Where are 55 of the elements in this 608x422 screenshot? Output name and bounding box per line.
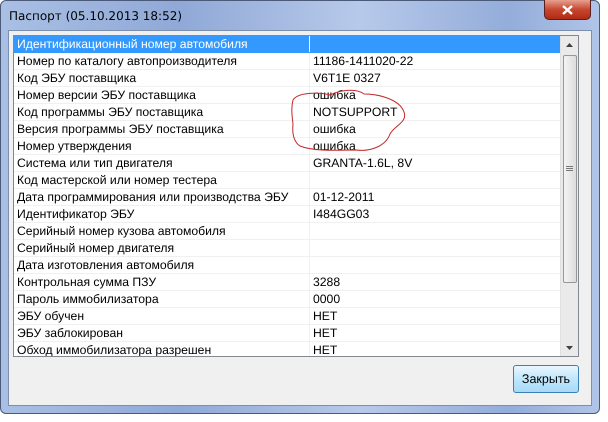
- property-value: ошибка: [312, 138, 357, 154]
- property-value: 11186-1411020-22: [312, 53, 414, 69]
- property-value: НЕТ: [312, 342, 338, 356]
- list-row[interactable]: Код мастерской или номер тестера: [14, 172, 560, 189]
- list-row[interactable]: Номер утверждения ошибка: [14, 138, 560, 155]
- list-row[interactable]: Контрольная сумма ПЗУ 3288: [14, 274, 560, 291]
- list-row[interactable]: Дата изготовления автомобиля: [14, 257, 560, 274]
- list-row[interactable]: ЭБУ заблокирован НЕТ: [14, 325, 560, 342]
- list-row[interactable]: Серийный номер двигателя: [14, 240, 560, 257]
- property-name: Номер версии ЭБУ поставщика: [14, 87, 310, 103]
- close-button[interactable]: [544, 0, 591, 20]
- property-name: Пароль иммобилизатора: [14, 291, 310, 307]
- property-value: НЕТ: [312, 308, 338, 324]
- list-row[interactable]: Серийный номер кузова автомобиля: [14, 223, 560, 240]
- property-name: Дата изготовления автомобиля: [14, 257, 310, 273]
- property-name: Код мастерской или номер тестера: [14, 172, 310, 188]
- property-name: Номер по каталогу автопроизводителя: [14, 53, 310, 69]
- scroll-down-icon[interactable]: [566, 346, 573, 350]
- scroll-thumb[interactable]: [562, 55, 576, 283]
- property-value: NOTSUPPORT: [312, 104, 398, 120]
- scroll-up-icon[interactable]: [566, 42, 573, 46]
- property-name: Контрольная сумма ПЗУ: [14, 274, 310, 290]
- property-name: Серийный номер кузова автомобиля: [14, 223, 310, 239]
- list-row[interactable]: Код ЭБУ поставщика V6T1E 0327: [14, 70, 560, 87]
- close-icon: [562, 4, 573, 14]
- property-value: 01-12-2011: [312, 189, 376, 205]
- property-name: Серийный номер двигателя: [14, 240, 310, 256]
- property-name: Система или тип двигателя: [14, 155, 310, 171]
- property-value: ошибка: [312, 121, 357, 137]
- property-name: Дата программирования или производства ЭБУ: [14, 189, 310, 205]
- list-row[interactable]: Версия программы ЭБУ поставщика ошибка: [14, 121, 560, 138]
- property-value: V6T1E 0327: [312, 70, 382, 86]
- property-name: Идентификатор ЭБУ: [14, 206, 310, 222]
- scrollbar[interactable]: [560, 36, 578, 356]
- property-value: I484GG03: [312, 206, 370, 222]
- list-row[interactable]: Код программы ЭБУ поставщика NOTSUPPORT: [14, 104, 560, 121]
- property-name: ЭБУ заблокирован: [14, 325, 310, 341]
- close-dialog-button[interactable]: Закрыть: [513, 365, 579, 393]
- window-title: Паспорт (05.10.2013 18:52): [9, 8, 182, 22]
- property-name: ЭБУ обучен: [14, 308, 310, 324]
- list-row[interactable]: Идентификатор ЭБУ I484GG03: [14, 206, 560, 223]
- property-value: GRANTA-1.6L, 8V: [312, 155, 414, 171]
- property-name: Код ЭБУ поставщика: [14, 70, 310, 86]
- list-row[interactable]: Пароль иммобилизатора 0000: [14, 291, 560, 308]
- list-row[interactable]: Номер по каталогу автопроизводителя 11186-1411020-22: [14, 53, 560, 70]
- property-name: Номер утверждения: [14, 138, 310, 154]
- property-value: 0000: [312, 291, 342, 307]
- property-name: Версия программы ЭБУ поставщика: [14, 121, 310, 137]
- list-row[interactable]: Система или тип двигателя GRANTA-1.6L, 8V: [14, 155, 560, 172]
- property-name: Идентификационный номер автомобиля: [14, 36, 310, 52]
- property-value: НЕТ: [312, 325, 338, 341]
- list-row[interactable]: ЭБУ обучен НЕТ: [14, 308, 560, 325]
- property-value: 3288: [312, 274, 342, 290]
- list-row[interactable]: Дата программирования или производства ЭБУ 01-12-2011: [14, 189, 560, 206]
- property-name: Код программы ЭБУ поставщика: [14, 104, 310, 120]
